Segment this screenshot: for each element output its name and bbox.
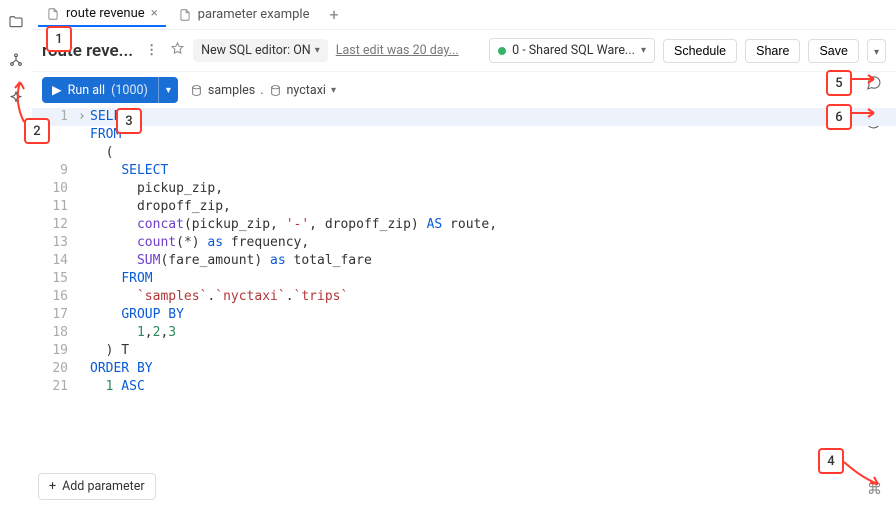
chevron-down-icon: ▾ — [874, 47, 879, 58]
close-icon[interactable]: × — [151, 6, 158, 21]
query-file-icon — [46, 7, 60, 21]
new-tab-button[interactable]: + — [321, 1, 346, 28]
code-line: 10 pickup_zip, — [32, 180, 896, 198]
comments-icon[interactable] — [865, 74, 882, 95]
warehouse-selector[interactable]: 0 - Shared SQL Ware... ▾ — [489, 38, 655, 63]
schema-selector[interactable]: samples . nyctaxi ▾ — [190, 83, 336, 98]
code-line: 12 concat(pickup_zip, '-', dropoff_zip) … — [32, 216, 896, 234]
editor-footer: + Add parameter — [38, 473, 156, 500]
code-line: ( — [32, 144, 896, 162]
run-menu-button[interactable]: ▾ — [158, 77, 178, 103]
tab-route-revenue[interactable]: route revenue × — [38, 2, 166, 27]
code-line: 9 SELECT — [32, 162, 896, 180]
tab-label: parameter example — [198, 7, 310, 22]
left-rail — [0, 0, 32, 512]
run-all-button[interactable]: ▶ Run all (1000) — [42, 77, 158, 103]
favorite-star-icon[interactable] — [170, 41, 185, 60]
sql-editor[interactable]: 1›SELECT FROM ( 9 SELECT 10 pickup_zip, … — [32, 108, 896, 512]
tab-label: route revenue — [66, 6, 145, 21]
main-area: route revenue × parameter example + rout… — [32, 0, 896, 512]
code-line: 17 GROUP BY — [32, 306, 896, 324]
folder-icon[interactable] — [8, 14, 24, 34]
chevron-down-icon: ▾ — [331, 85, 336, 96]
new-sql-editor-toggle[interactable]: New SQL editor: ON ▾ — [193, 39, 328, 62]
chevron-down-icon: ▾ — [641, 45, 646, 56]
tab-parameter-example[interactable]: parameter example — [170, 3, 318, 26]
query-title[interactable]: route reve... — [42, 41, 133, 61]
code-line: 18 1,2,3 — [32, 324, 896, 342]
ai-assist-icon[interactable] — [8, 90, 24, 110]
database-icon — [190, 84, 203, 97]
code-line: 19 ) T — [32, 342, 896, 360]
code-line: FROM — [32, 126, 896, 144]
share-button[interactable]: Share — [745, 39, 800, 63]
keyboard-shortcuts-icon[interactable]: ⌘ — [867, 480, 882, 498]
code-line: 16 `samples`.`nyctaxi`.`trips` — [32, 288, 896, 306]
code-line: 14 SUM(fare_amount) as total_fare — [32, 252, 896, 270]
schedule-button[interactable]: Schedule — [663, 39, 737, 63]
code-line: 1›SELECT — [32, 108, 896, 126]
add-parameter-button[interactable]: + Add parameter — [38, 473, 156, 500]
chevron-down-icon: ▾ — [166, 85, 171, 96]
chevron-down-icon: ▾ — [315, 45, 320, 56]
save-button[interactable]: Save — [808, 39, 859, 63]
code-line: 20ORDER BY — [32, 360, 896, 378]
code-line: 15 FROM — [32, 270, 896, 288]
query-header: route reve... ⋮ New SQL editor: ON ▾ Las… — [32, 30, 896, 72]
status-dot-icon — [498, 47, 506, 55]
last-edit-link[interactable]: Last edit was 20 day... — [336, 43, 459, 58]
code-line: 13 count(*) as frequency, — [32, 234, 896, 252]
query-file-icon — [178, 8, 192, 22]
code-line: 11 dropoff_zip, — [32, 198, 896, 216]
code-line: 21 1 ASC — [32, 378, 896, 396]
plus-icon: + — [49, 479, 56, 494]
schema-browser-icon[interactable] — [8, 52, 24, 72]
run-button-group: ▶ Run all (1000) ▾ — [42, 77, 178, 103]
save-menu-button[interactable]: ▾ — [867, 39, 886, 63]
database-icon — [269, 84, 282, 97]
kebab-menu-icon[interactable]: ⋮ — [141, 43, 162, 58]
tab-bar: route revenue × parameter example + — [32, 0, 896, 30]
play-icon: ▶ — [52, 82, 62, 98]
query-toolbar: ▶ Run all (1000) ▾ samples . nyctaxi ▾ — [32, 72, 896, 108]
